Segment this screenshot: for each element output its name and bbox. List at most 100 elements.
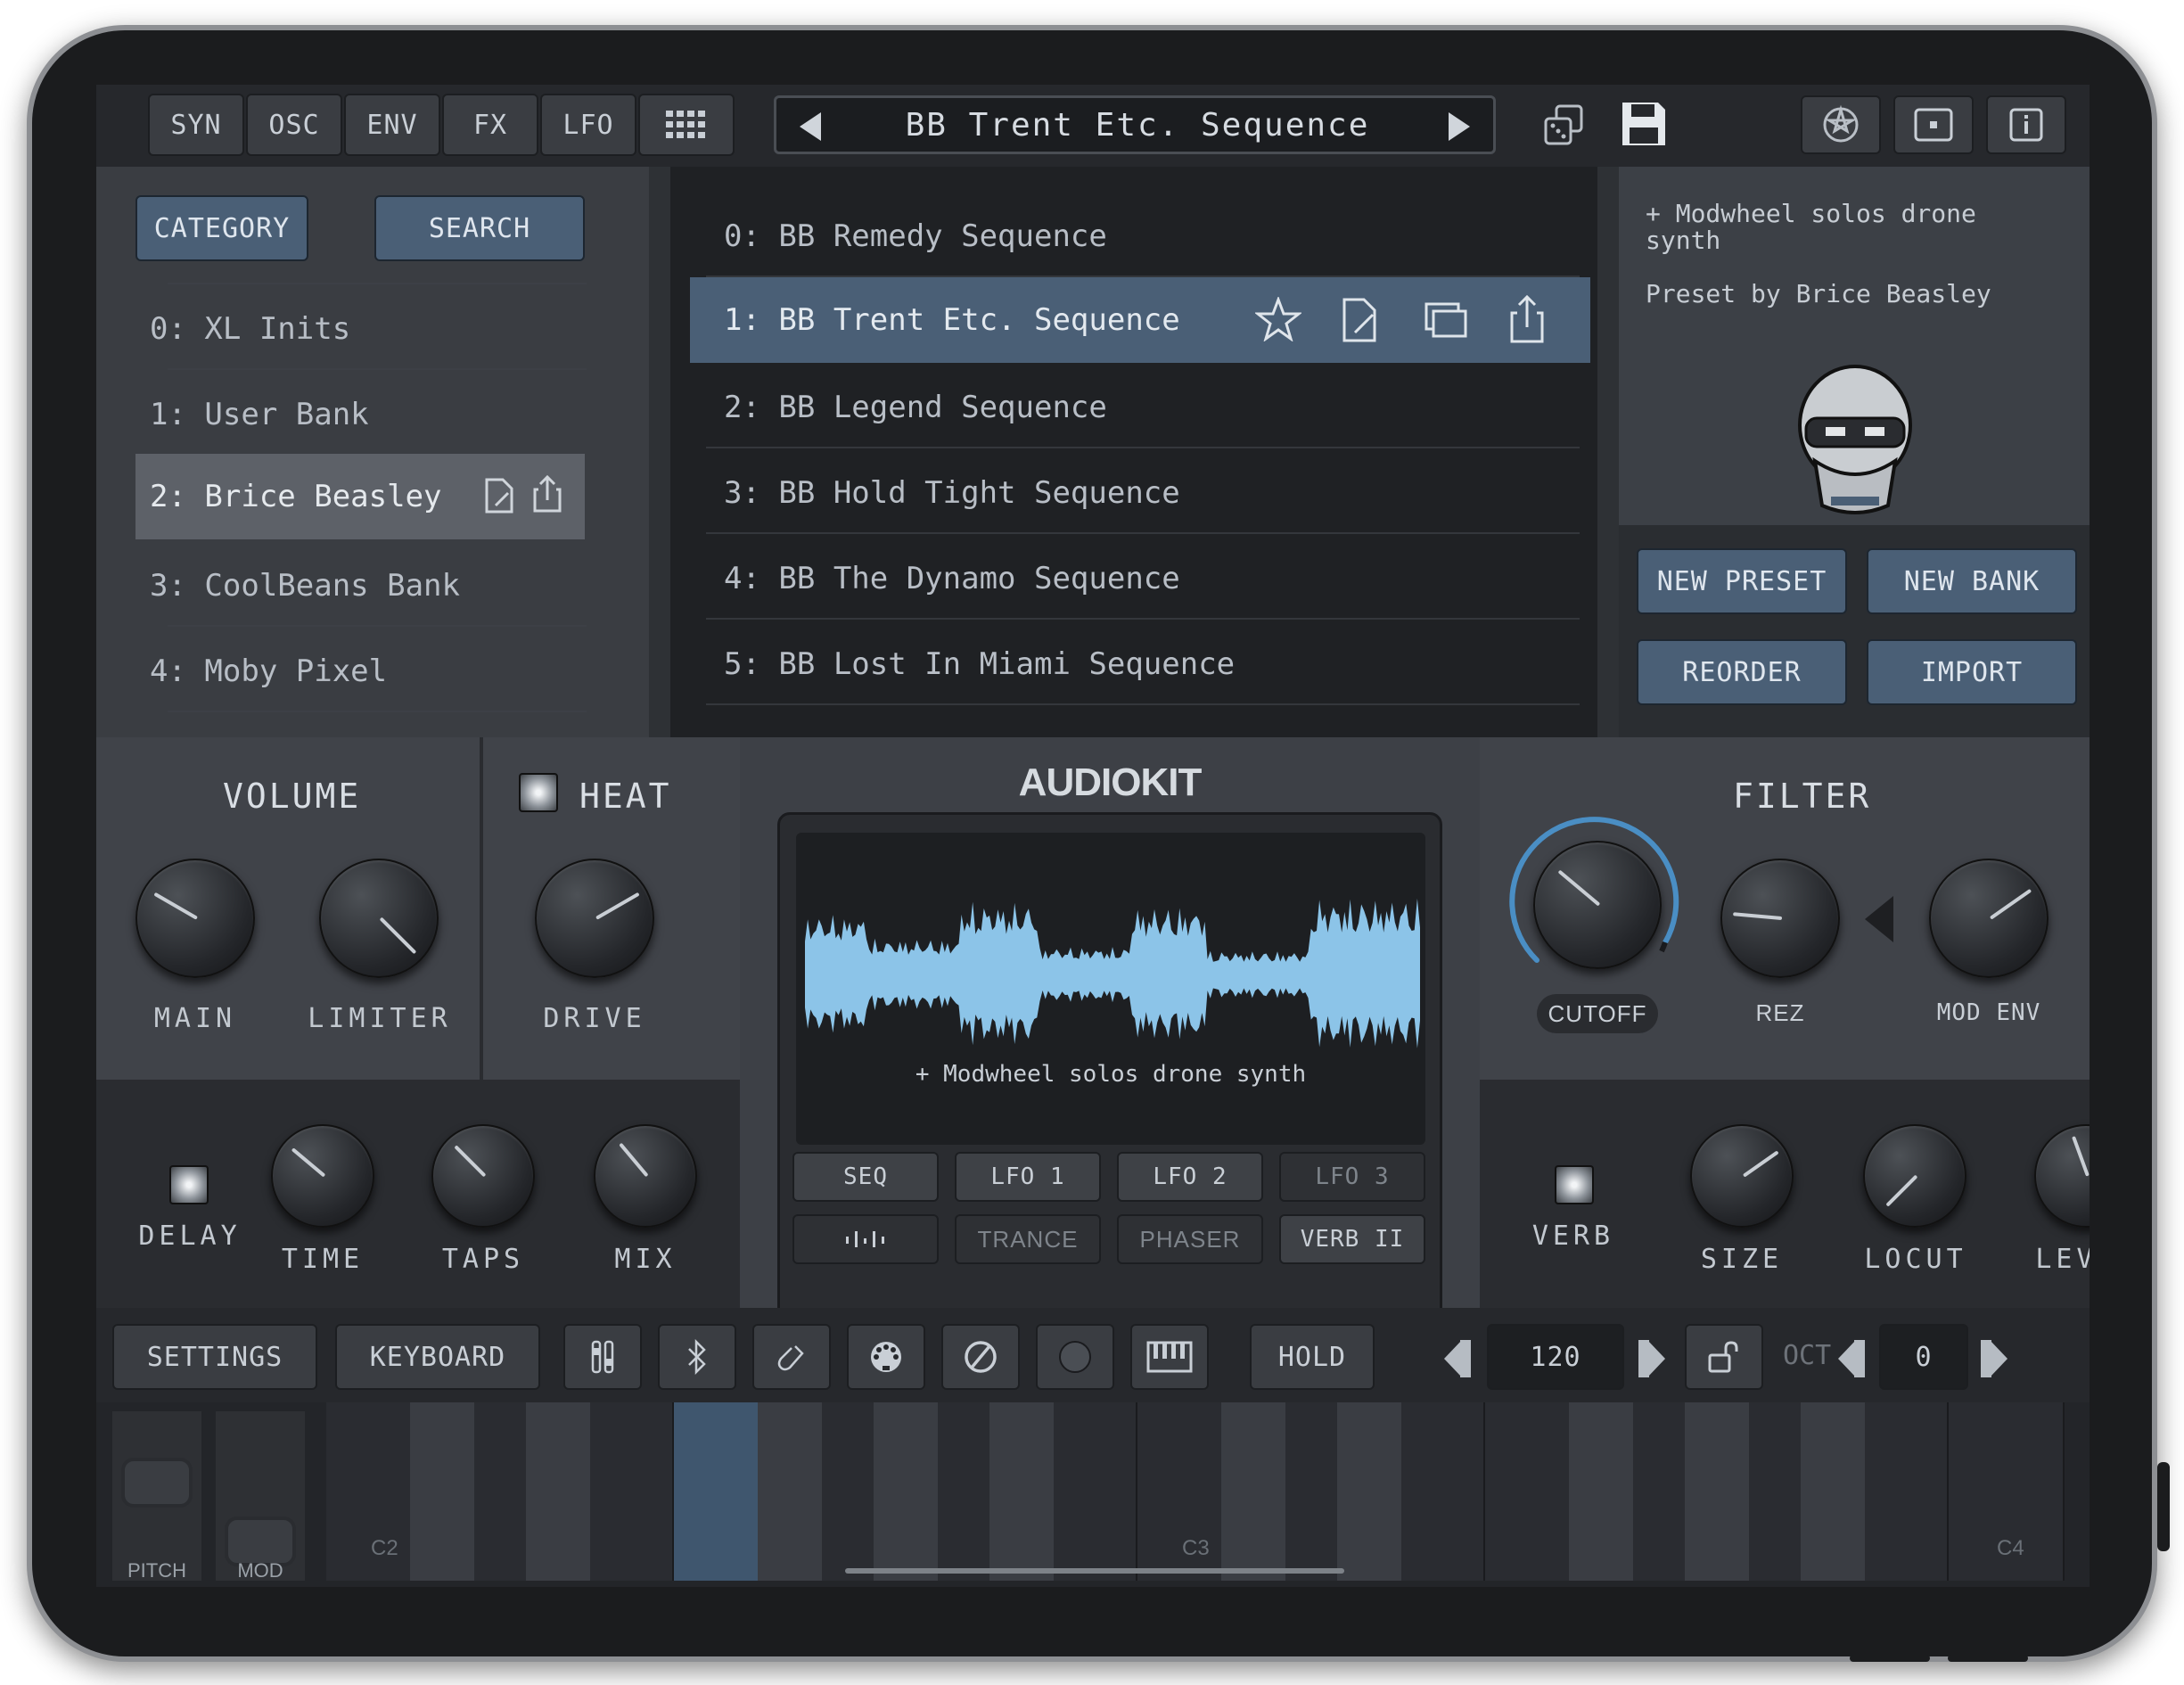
pitch-wheel[interactable] xyxy=(112,1411,201,1581)
dice-icon[interactable] xyxy=(1542,103,1587,147)
preset-item[interactable]: 4: BB The Dynamo Sequence xyxy=(724,561,1180,596)
preset-item[interactable]: 2: BB Legend Sequence xyxy=(724,390,1107,425)
size-knob[interactable] xyxy=(1690,1124,1794,1228)
preset-item-label: 1: BB Trent Etc. Sequence xyxy=(724,302,1180,338)
record-button[interactable] xyxy=(1036,1324,1114,1390)
mixer-button[interactable] xyxy=(563,1324,642,1390)
bank-item-selected[interactable]: 2: Brice Beasley xyxy=(135,454,585,539)
seq-button[interactable]: SEQ xyxy=(792,1152,939,1202)
bank-item[interactable]: 3: CoolBeans Bank xyxy=(150,568,460,604)
hold-button[interactable]: HOLD xyxy=(1250,1324,1375,1390)
piano-keys: C2 C3 C4 xyxy=(326,1402,2090,1581)
preset-item-selected[interactable]: 1: BB Trent Etc. Sequence xyxy=(690,277,1590,363)
cutoff-knob[interactable] xyxy=(1533,841,1662,969)
prev-preset-icon[interactable] xyxy=(796,111,823,143)
verb2-button[interactable]: VERB II xyxy=(1279,1214,1425,1264)
black-key[interactable] xyxy=(989,1402,1054,1581)
heat-toggle[interactable] xyxy=(519,773,558,812)
taps-knob[interactable] xyxy=(431,1124,535,1228)
preset-item[interactable]: 5: BB Lost In Miami Sequence xyxy=(724,646,1235,682)
locut-knob[interactable] xyxy=(1863,1124,1966,1228)
reorder-button[interactable]: REORDER xyxy=(1637,639,1847,705)
tempo-up-icon[interactable] xyxy=(1637,1336,1667,1381)
share-icon[interactable] xyxy=(1508,293,1546,345)
keyboard-button[interactable]: KEYBOARD xyxy=(335,1324,540,1390)
octave-down-icon[interactable] xyxy=(1836,1336,1867,1381)
octave-label: OCT xyxy=(1783,1340,1832,1371)
tab-lfo[interactable]: LFO xyxy=(540,94,636,156)
main-knob[interactable] xyxy=(135,859,255,978)
black-key[interactable] xyxy=(410,1402,474,1581)
tab-syn[interactable]: SYN xyxy=(148,94,244,156)
black-key[interactable] xyxy=(1221,1402,1285,1581)
category-button[interactable]: CATEGORY xyxy=(135,195,308,261)
preset-item[interactable]: 0: BB Remedy Sequence xyxy=(724,218,1107,254)
waveform xyxy=(805,898,1420,1048)
piano-button[interactable] xyxy=(1130,1324,1209,1390)
tab-fx[interactable]: FX xyxy=(442,94,538,156)
tab-env[interactable]: ENV xyxy=(344,94,440,156)
reverb-toggle[interactable] xyxy=(1555,1165,1594,1204)
level-knob[interactable] xyxy=(2034,1124,2090,1228)
next-preset-icon[interactable] xyxy=(1447,111,1474,143)
new-preset-button[interactable]: NEW PRESET xyxy=(1637,548,1847,614)
tempo-down-icon[interactable] xyxy=(1442,1336,1473,1381)
grid-button[interactable] xyxy=(638,94,735,156)
time-knob[interactable] xyxy=(271,1124,374,1228)
trance-button[interactable]: TRANCE xyxy=(955,1214,1101,1264)
delay-toggle[interactable] xyxy=(169,1165,209,1204)
import-button[interactable]: IMPORT xyxy=(1867,639,2077,705)
phaser-button[interactable]: PHASER xyxy=(1117,1214,1263,1264)
star-icon[interactable] xyxy=(1255,297,1301,341)
edit-icon[interactable] xyxy=(483,477,515,514)
search-button[interactable]: SEARCH xyxy=(374,195,585,261)
lfo1-button[interactable]: LFO 1 xyxy=(955,1152,1101,1202)
duplicate-icon[interactable] xyxy=(1423,300,1469,340)
mod-wheel[interactable] xyxy=(216,1411,305,1581)
mod-env-knob[interactable] xyxy=(1929,859,2049,978)
window-button[interactable] xyxy=(1893,95,1974,154)
black-key[interactable] xyxy=(758,1402,822,1581)
black-key[interactable] xyxy=(874,1402,938,1581)
edit-icon[interactable] xyxy=(1341,297,1382,343)
delay-label: DELAY xyxy=(138,1221,242,1252)
save-icon[interactable] xyxy=(1619,99,1669,149)
lfo3-button[interactable]: LFO 3 xyxy=(1279,1152,1425,1202)
rez-label: REZ xyxy=(1755,999,1805,1026)
cutoff-label: CUTOFF xyxy=(1537,994,1658,1033)
link-icon xyxy=(777,1345,804,1371)
bank-item[interactable]: 1: User Bank xyxy=(150,397,369,432)
tempo-display[interactable]: 120 xyxy=(1487,1324,1624,1390)
lock-button[interactable] xyxy=(1685,1324,1763,1390)
tab-osc[interactable]: OSC xyxy=(246,94,342,156)
link-button[interactable] xyxy=(752,1324,831,1390)
black-key[interactable] xyxy=(1685,1402,1749,1581)
black-key[interactable] xyxy=(526,1402,590,1581)
filter-panel: FILTER CUTOFF REZ MOD ENV xyxy=(1480,737,2090,1080)
share-icon[interactable] xyxy=(531,473,563,514)
display-housing: AUDIOKIT + Modwheel solos drone synth SE… xyxy=(740,737,1480,1324)
limiter-label: LIMITER xyxy=(308,1003,452,1034)
black-key[interactable] xyxy=(1801,1402,1865,1581)
midi-button[interactable] xyxy=(847,1324,925,1390)
drive-knob[interactable] xyxy=(535,859,654,978)
sequencer-bars-button[interactable] xyxy=(792,1214,939,1264)
black-key[interactable] xyxy=(1337,1402,1401,1581)
rez-knob[interactable] xyxy=(1720,859,1840,978)
filter-mode-arrow-icon[interactable] xyxy=(1863,894,1895,944)
octave-display[interactable]: 0 xyxy=(1879,1324,1968,1390)
info-button[interactable] xyxy=(1986,95,2066,154)
panic-button[interactable] xyxy=(941,1324,1020,1390)
preset-item[interactable]: 3: BB Hold Tight Sequence xyxy=(724,475,1180,511)
black-key[interactable] xyxy=(1569,1402,1633,1581)
new-bank-button[interactable]: NEW BANK xyxy=(1867,548,2077,614)
bluetooth-button[interactable] xyxy=(658,1324,736,1390)
limiter-knob[interactable] xyxy=(319,859,439,978)
bank-item[interactable]: 0: XL Inits xyxy=(150,311,350,347)
mix-knob[interactable] xyxy=(594,1124,697,1228)
lfo2-button[interactable]: LFO 2 xyxy=(1117,1152,1263,1202)
audiokit-button[interactable] xyxy=(1801,95,1881,154)
octave-up-icon[interactable] xyxy=(1979,1336,2009,1381)
bank-item[interactable]: 4: Moby Pixel xyxy=(150,653,387,689)
settings-button[interactable]: SETTINGS xyxy=(112,1324,317,1390)
